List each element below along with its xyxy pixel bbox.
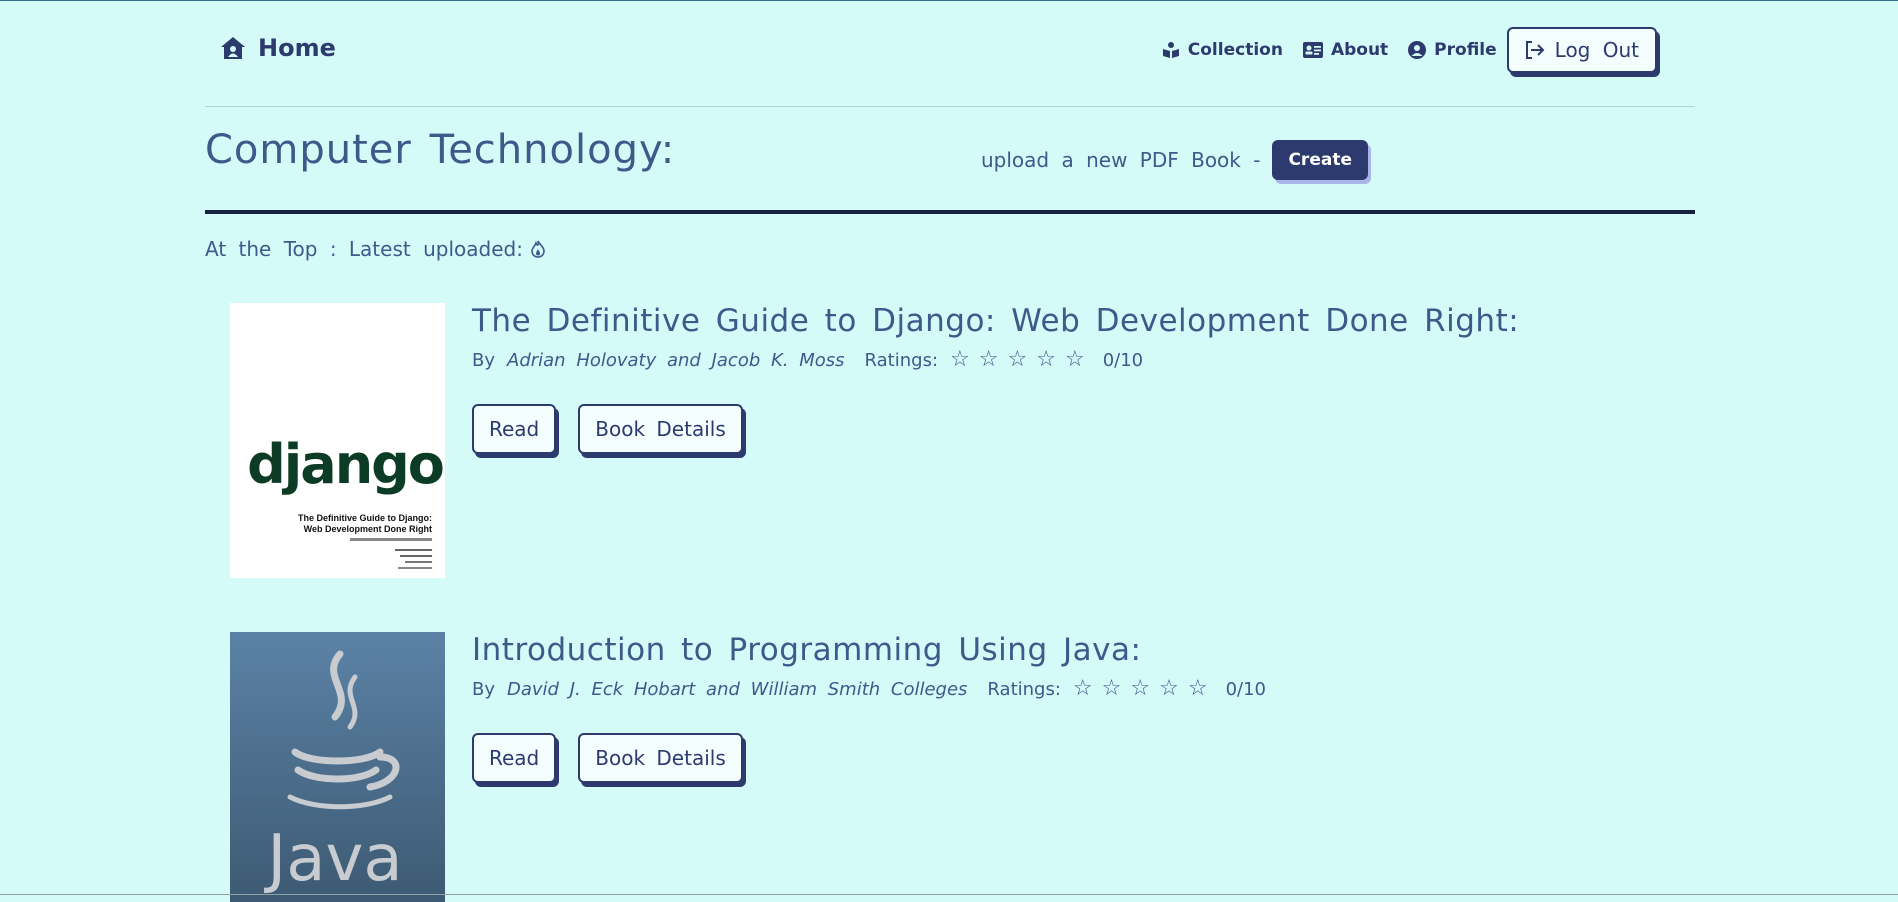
book-info: Introduction to Programming Using Java: … — [472, 632, 1266, 783]
cover-line-1: The Definitive Guide to Django: — [298, 513, 432, 523]
star-icon[interactable]: ☆ — [1065, 349, 1085, 371]
book-author: David J. Eck Hobart and William Smith Co… — [507, 678, 968, 700]
sign-out-icon — [1525, 41, 1545, 59]
django-logo-text: django — [247, 433, 443, 496]
rating-score: 0/10 — [1225, 678, 1266, 700]
id-card-icon — [1302, 42, 1323, 58]
cover-fine-print — [400, 555, 432, 557]
cover-fine-print — [398, 567, 432, 569]
page-container: Home Collection About Profile Log Out Co… — [205, 1, 1695, 902]
star-icon[interactable]: ☆ — [1130, 678, 1150, 700]
book-title[interactable]: The Definitive Guide to Django: Web Deve… — [472, 303, 1519, 339]
home-link[interactable]: Home — [220, 34, 336, 62]
nav-links: Collection About Profile Log Out — [1142, 27, 1657, 73]
upload-section: upload a new PDF Book - Create — [981, 140, 1368, 180]
star-icon[interactable]: ☆ — [1188, 678, 1208, 700]
user-circle-icon — [1408, 41, 1427, 59]
by-label: By — [472, 349, 496, 371]
book-info: The Definitive Guide to Django: Web Deve… — [472, 303, 1519, 454]
rating-stars[interactable]: ☆ ☆ ☆ ☆ ☆ — [950, 349, 1085, 371]
ratings-label: Ratings: — [987, 678, 1061, 700]
home-label: Home — [258, 34, 336, 62]
upload-text: upload a new PDF Book - — [981, 148, 1261, 172]
book-author: Adrian Holovaty and Jacob K. Moss — [507, 349, 845, 371]
book-reader-icon — [1162, 42, 1179, 58]
logout-label: Log Out — [1554, 38, 1639, 62]
book-cover-java[interactable]: Java — [230, 632, 445, 902]
ratings-label: Ratings: — [864, 349, 939, 371]
rating-score: 0/10 — [1102, 349, 1144, 371]
cover-fine-print — [405, 561, 432, 563]
nav-collection[interactable]: Collection — [1162, 40, 1283, 60]
nav-collection-label: Collection — [1187, 40, 1283, 60]
by-label: By — [472, 678, 496, 700]
book-cover-django[interactable]: django The Definitive Guide to Django: W… — [230, 303, 445, 578]
nav-profile-label: Profile — [1434, 40, 1497, 60]
logout-button[interactable]: Log Out — [1506, 27, 1657, 73]
star-icon[interactable]: ☆ — [1073, 678, 1093, 700]
latest-text: At the Top : Latest uploaded: — [205, 237, 523, 261]
django-cover-art: django The Definitive Guide to Django: W… — [247, 433, 445, 569]
book-details-button[interactable]: Book Details — [578, 404, 743, 454]
steam-line — [330, 650, 345, 721]
book-details-button[interactable]: Book Details — [578, 733, 743, 783]
cup-line — [294, 766, 380, 783]
star-icon[interactable]: ☆ — [1036, 349, 1056, 371]
star-icon[interactable]: ☆ — [1102, 678, 1122, 700]
book-actions: Read Book Details — [472, 733, 1266, 783]
create-button[interactable]: Create — [1272, 140, 1368, 180]
latest-uploaded-label: At the Top : Latest uploaded: — [205, 237, 545, 261]
cover-fine-print — [395, 549, 432, 551]
home-icon — [221, 37, 245, 59]
star-icon[interactable]: ☆ — [1007, 349, 1027, 371]
nav-profile[interactable]: Profile — [1408, 40, 1497, 60]
cup-line — [291, 748, 384, 765]
java-logo-text: Java — [263, 822, 402, 896]
page-header: Computer Technology: upload a new PDF Bo… — [205, 107, 1695, 214]
viewport-bottom-divider — [0, 894, 1898, 895]
java-cover-art: Java — [263, 650, 403, 896]
star-icon[interactable]: ☆ — [1159, 678, 1179, 700]
star-icon[interactable]: ☆ — [979, 349, 999, 371]
read-button[interactable]: Read — [472, 733, 557, 783]
saucer-line — [287, 794, 393, 810]
navbar: Home Collection About Profile Log Out — [205, 1, 1695, 107]
cover-author-line — [350, 538, 432, 541]
book-meta: By David J. Eck Hobart and William Smith… — [472, 678, 1266, 700]
steam-line — [347, 674, 358, 730]
fire-icon — [531, 240, 545, 258]
rating-stars[interactable]: ☆ ☆ ☆ ☆ ☆ — [1073, 678, 1208, 700]
read-button[interactable]: Read — [472, 404, 557, 454]
book-actions: Read Book Details — [472, 404, 1519, 454]
book-title[interactable]: Introduction to Programming Using Java: — [472, 632, 1266, 668]
star-icon[interactable]: ☆ — [950, 349, 970, 371]
book-meta: By Adrian Holovaty and Jacob K. Moss Rat… — [472, 349, 1519, 371]
cover-line-2: Web Development Done Right — [304, 524, 432, 534]
page-title: Computer Technology: — [205, 127, 676, 173]
nav-about[interactable]: About — [1302, 40, 1389, 60]
nav-about-label: About — [1330, 40, 1389, 60]
